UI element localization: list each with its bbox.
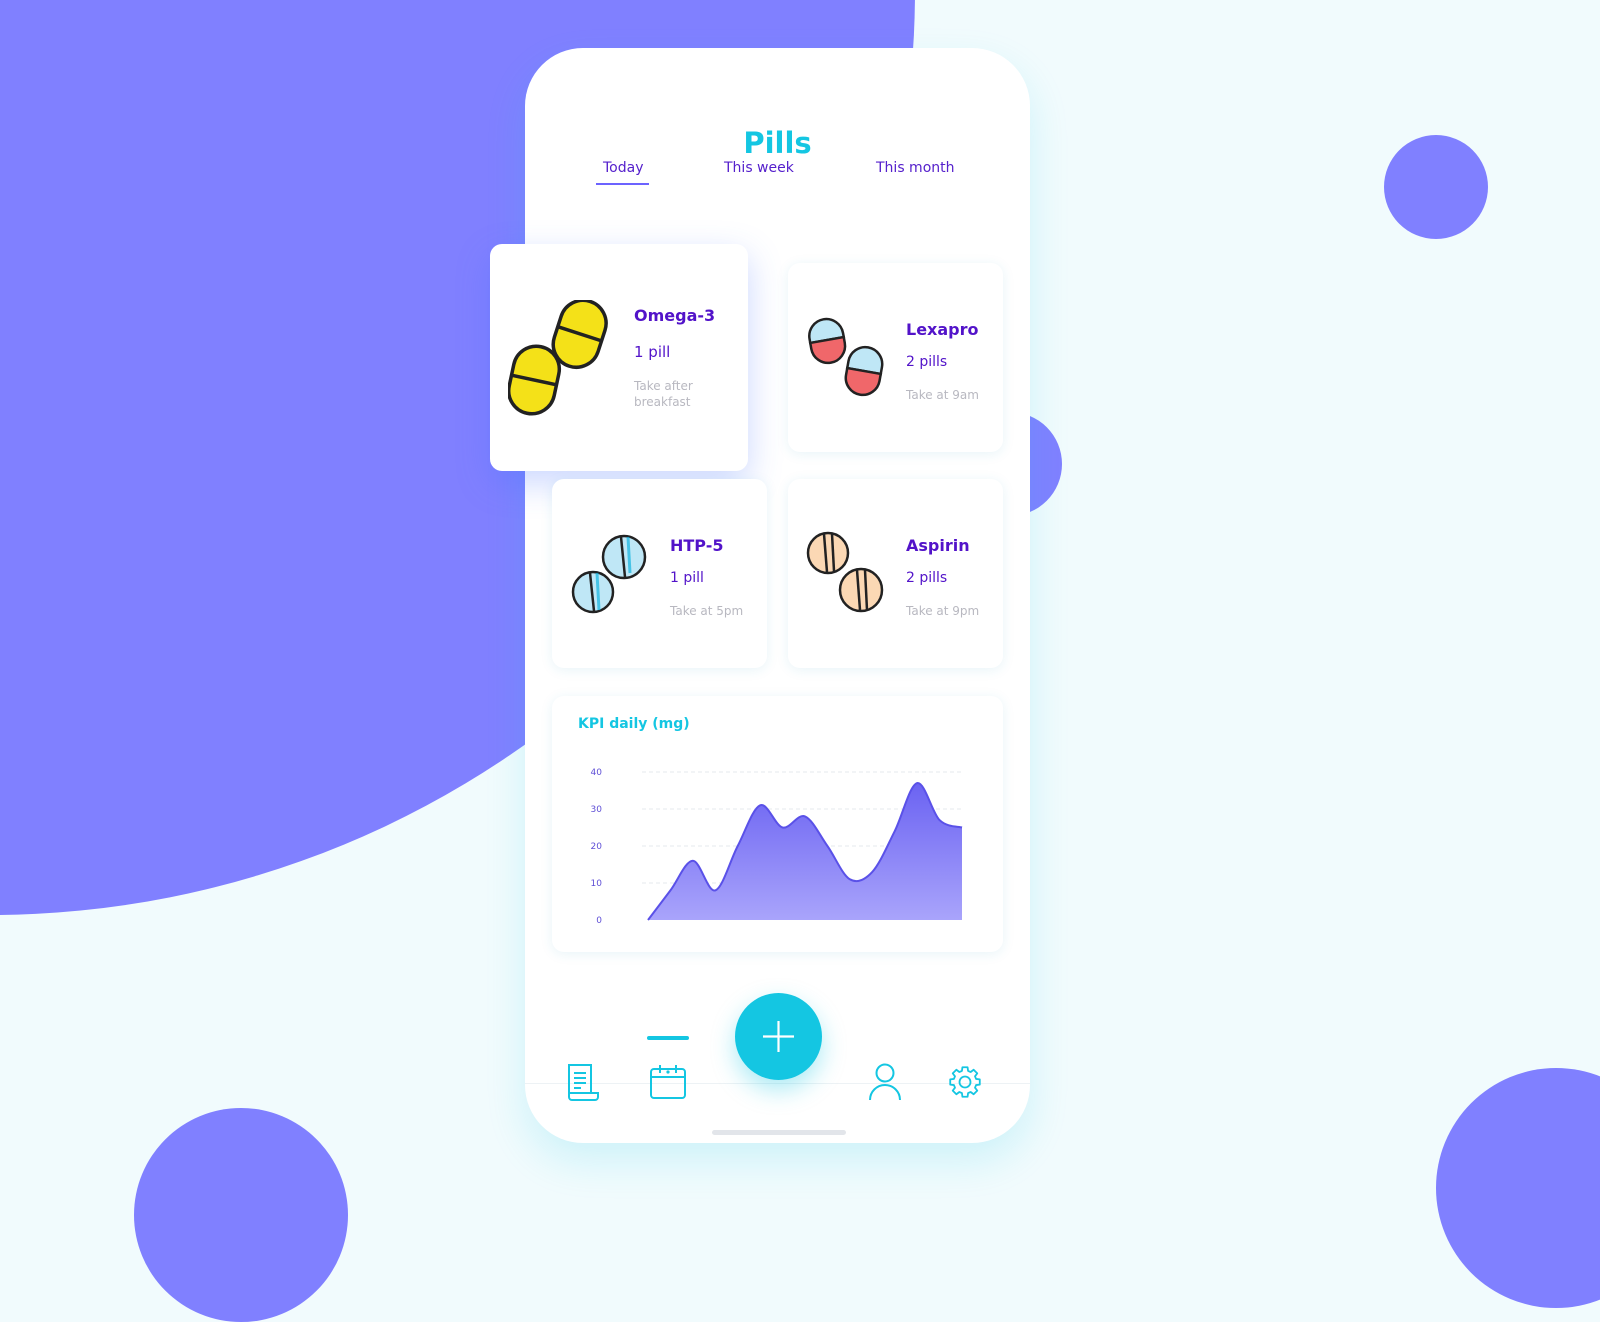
capsule-yellow-icon — [508, 300, 608, 416]
pill-name: HTP-5 — [670, 536, 724, 555]
pill-card-aspirin[interactable]: Aspirin 2 pills Take at 9pm — [788, 479, 1003, 668]
pill-count: 1 pill — [670, 570, 704, 586]
pill-card-lexapro[interactable]: Lexapro 2 pills Take at 9am — [788, 263, 1003, 452]
tab-this-week[interactable]: This week — [724, 160, 794, 176]
pill-count: 2 pills — [906, 354, 948, 370]
y-tick-label: 20 — [591, 842, 603, 852]
pill-count: 2 pills — [906, 570, 948, 586]
area-chart: 0 10 20 30 40 — [591, 768, 963, 926]
pill-note: Take at 9pm — [906, 604, 980, 618]
background-circle — [134, 1108, 348, 1322]
pill-note: Take at 9am — [906, 388, 979, 402]
background-circle — [1436, 1068, 1600, 1308]
calendar-icon[interactable] — [649, 1064, 687, 1100]
page-title: Pills — [743, 126, 812, 160]
y-tick-label: 30 — [591, 805, 603, 815]
tab-today[interactable]: Today — [603, 160, 644, 176]
tablet-peach-icon — [806, 531, 884, 613]
tab-active-indicator — [596, 183, 649, 185]
plus-icon — [763, 1021, 794, 1052]
home-indicator — [712, 1130, 846, 1135]
pill-card-htp5[interactable]: HTP-5 1 pill Take at 5pm — [552, 479, 767, 668]
nav-active-indicator — [647, 1036, 689, 1040]
capsule-blue-red-icon — [808, 317, 884, 397]
document-icon[interactable] — [565, 1063, 599, 1101]
background-circle — [1384, 135, 1488, 239]
pill-note: Take after breakfast — [634, 379, 693, 409]
pill-name: Lexapro — [906, 320, 979, 339]
y-tick-label: 0 — [596, 916, 602, 926]
y-tick-label: 10 — [591, 879, 603, 889]
pill-name: Omega-3 — [634, 306, 716, 325]
kpi-chart-card: KPI daily (mg) 0 10 20 30 40 — [552, 696, 1003, 952]
pill-note: Take at 5pm — [670, 604, 744, 618]
pill-card-omega3[interactable]: Omega-3 1 pill Take after breakfast — [490, 244, 748, 471]
tablet-blue-icon — [571, 534, 647, 614]
add-pill-button[interactable] — [735, 993, 822, 1080]
series-area — [648, 783, 962, 920]
y-tick-label: 40 — [591, 768, 603, 778]
user-icon[interactable] — [868, 1063, 902, 1101]
tab-this-month[interactable]: This month — [876, 160, 955, 176]
pill-name: Aspirin — [906, 536, 970, 555]
pill-count: 1 pill — [634, 343, 671, 361]
gear-icon[interactable] — [947, 1064, 983, 1100]
